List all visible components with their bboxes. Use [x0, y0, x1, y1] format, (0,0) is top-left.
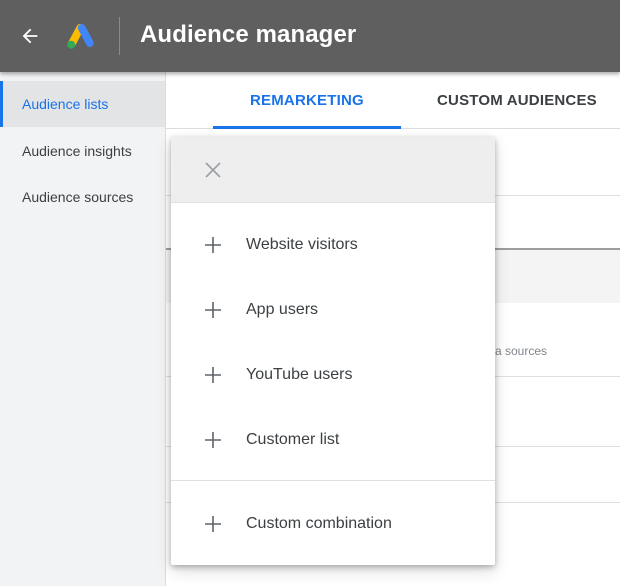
menu-header	[171, 137, 495, 203]
sidebar-item-audience-insights[interactable]: Audience insights	[0, 128, 165, 174]
sidebar-item-audience-lists[interactable]: Audience lists	[0, 81, 165, 127]
menu-item-label: Website visitors	[246, 236, 358, 253]
add-audience-menu: Website visitors App users YouTube users…	[171, 137, 495, 565]
sidebar-item-label: Audience lists	[22, 96, 109, 112]
menu-item-customer-list[interactable]: Customer list	[171, 414, 495, 466]
menu-item-app-users[interactable]: App users	[171, 284, 495, 336]
menu-item-label: YouTube users	[246, 366, 353, 383]
menu-divider	[171, 480, 495, 481]
arrow-back-icon[interactable]	[14, 20, 46, 52]
menu-item-website-visitors[interactable]: Website visitors	[171, 219, 495, 271]
plus-icon	[204, 366, 222, 384]
plus-icon	[204, 431, 222, 449]
close-icon[interactable]	[201, 158, 225, 182]
header-divider	[119, 17, 120, 55]
menu-item-label: Customer list	[246, 431, 340, 448]
menu-item-label: Custom combination	[246, 515, 392, 532]
top-app-bar: Audience manager	[0, 0, 620, 72]
menu-item-label: App users	[246, 301, 319, 318]
sidebar-item-label: Audience sources	[22, 189, 134, 205]
plus-icon	[204, 515, 222, 533]
google-ads-logo-icon	[66, 22, 96, 50]
menu-item-custom-combination[interactable]: Custom combination	[171, 498, 495, 550]
tab-remarketing[interactable]: REMARKETING	[250, 72, 364, 129]
tab-custom-audiences[interactable]: CUSTOM AUDIENCES	[437, 72, 597, 129]
row-partial-text: a sources	[495, 344, 548, 358]
tab-bar: REMARKETING CUSTOM AUDIENCES	[166, 72, 620, 129]
menu-item-youtube-users[interactable]: YouTube users	[171, 349, 495, 401]
plus-icon	[204, 236, 222, 254]
sidebar-item-label: Audience insights	[22, 143, 132, 159]
sidebar: Audience lists Audience insights Audienc…	[0, 72, 166, 586]
page-title: Audience manager	[140, 21, 357, 48]
plus-icon	[204, 301, 222, 319]
sidebar-item-audience-sources[interactable]: Audience sources	[0, 174, 165, 220]
